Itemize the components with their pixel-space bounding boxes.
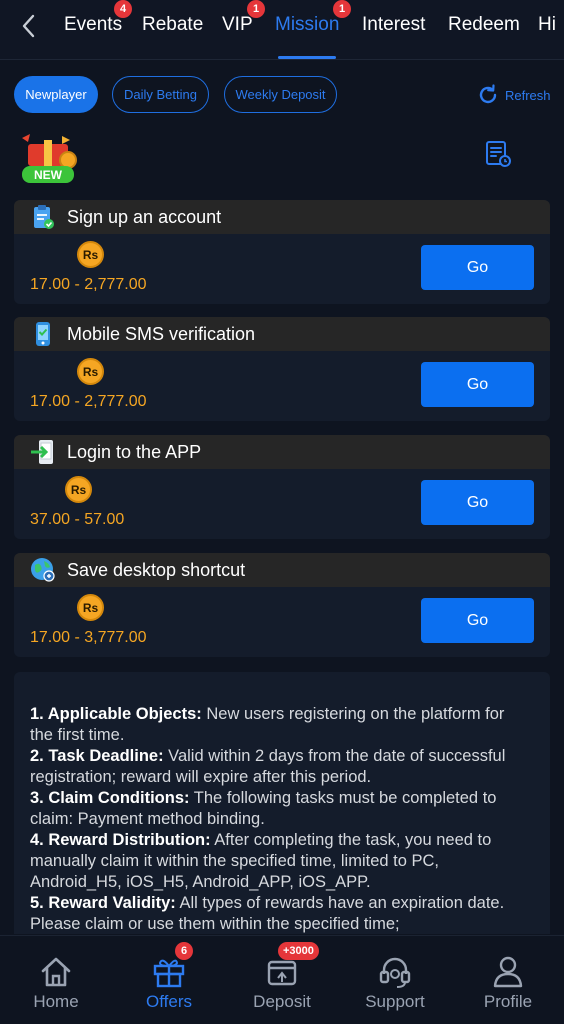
user-icon: [493, 956, 523, 988]
refresh-button[interactable]: Refresh: [477, 84, 551, 106]
offers-badge: 6: [175, 942, 193, 960]
bottom-navigation: Home Offers 6 Deposit +3000 Support Prof…: [0, 935, 564, 1024]
task-card: Save desktop shortcut Rs 17.00 - 3,777.0…: [14, 553, 550, 657]
task-card-header: Save desktop shortcut: [14, 553, 550, 587]
rule-item: 3. Claim Conditions: The following tasks…: [30, 788, 530, 830]
nav-profile[interactable]: Profile: [452, 936, 564, 1024]
home-icon: [41, 957, 71, 987]
login-app-icon: [30, 439, 56, 465]
nav-offers[interactable]: Offers 6: [113, 936, 225, 1024]
deposit-badge: +3000: [278, 942, 319, 960]
rule-item: 5. Reward Validity: All types of rewards…: [30, 893, 530, 934]
rules-text: 1. Applicable Objects: New users registe…: [30, 704, 530, 934]
nav-support[interactable]: Support: [339, 936, 451, 1024]
go-button[interactable]: Go: [421, 245, 534, 290]
back-button[interactable]: [14, 10, 42, 42]
tab-events-badge: 4: [114, 0, 132, 18]
rule-label: 3. Claim Conditions:: [30, 789, 190, 807]
rupee-coin-icon: Rs: [77, 594, 104, 621]
filter-daily-betting[interactable]: Daily Betting: [112, 76, 209, 113]
task-title: Mobile SMS verification: [67, 323, 256, 344]
rupee-coin-icon: Rs: [65, 476, 92, 503]
filter-weekly-deposit[interactable]: Weekly Deposit: [224, 76, 337, 113]
top-tab-bar: Events 4 Rebate VIP 1 Mission 1 Interest…: [0, 0, 564, 60]
rules-panel: 1. Applicable Objects: New users registe…: [14, 672, 550, 934]
records-icon[interactable]: [484, 140, 512, 168]
nav-label: Profile: [483, 992, 533, 1011]
task-card: Sign up an account Rs 17.00 - 2,777.00 G…: [14, 200, 550, 304]
phone-icon: [30, 321, 56, 347]
tab-mission-badge: 1: [333, 0, 351, 18]
refresh-label: Refresh: [505, 87, 551, 103]
nav-home[interactable]: Home: [0, 936, 112, 1024]
task-reward-range: 37.00 - 57.00: [30, 511, 125, 528]
rupee-coin-icon: Rs: [77, 358, 104, 385]
headset-icon: [379, 957, 411, 988]
filter-newplayer[interactable]: Newplayer: [14, 76, 98, 113]
rule-item: 1. Applicable Objects: New users registe…: [30, 704, 530, 746]
nav-label: Deposit: [253, 992, 311, 1011]
go-button[interactable]: Go: [421, 362, 534, 407]
task-card-header: Login to the APP: [14, 435, 550, 469]
nav-label: Offers: [146, 992, 192, 1011]
rule-label: 4. Reward Distribution:: [30, 831, 211, 849]
tab-mission[interactable]: Mission: [275, 14, 339, 36]
rule-label: 2. Task Deadline:: [30, 747, 164, 765]
globe-icon: [30, 557, 56, 583]
rule-label: 1. Applicable Objects:: [30, 705, 202, 723]
task-title: Login to the APP: [67, 441, 202, 462]
nav-label: Support: [365, 992, 425, 1011]
rule-label: 5. Reward Validity:: [30, 894, 176, 912]
task-card-header: Mobile SMS verification: [14, 317, 550, 351]
task-reward-range: 17.00 - 2,777.00: [30, 393, 147, 410]
active-tab-indicator: [278, 56, 336, 59]
tab-vip-badge: 1: [247, 0, 265, 18]
tab-hi[interactable]: Hi: [538, 14, 556, 36]
svg-text:NEW: NEW: [34, 168, 63, 182]
task-title: Sign up an account: [67, 206, 222, 227]
tab-vip[interactable]: VIP: [222, 14, 253, 36]
task-card: Login to the APP Rs 37.00 - 57.00 Go: [14, 435, 550, 539]
go-button[interactable]: Go: [421, 598, 534, 643]
new-gift-icon: NEW: [16, 130, 84, 186]
go-button[interactable]: Go: [421, 480, 534, 525]
rule-item: 2. Task Deadline: Valid within 2 days fr…: [30, 746, 530, 788]
tab-interest[interactable]: Interest: [362, 14, 425, 36]
rupee-coin-icon: Rs: [77, 241, 104, 268]
nav-label: Home: [33, 992, 79, 1011]
task-reward-range: 17.00 - 3,777.00: [30, 629, 147, 646]
tab-redeem[interactable]: Redeem: [448, 14, 520, 36]
refresh-icon: [479, 84, 497, 104]
tab-rebate[interactable]: Rebate: [142, 14, 203, 36]
task-card-header: Sign up an account: [14, 200, 550, 234]
rule-item: 4. Reward Distribution: After completing…: [30, 830, 530, 893]
task-reward-range: 17.00 - 2,777.00: [30, 276, 147, 293]
task-card: Mobile SMS verification Rs 17.00 - 2,777…: [14, 317, 550, 421]
chevron-left-icon: [22, 14, 35, 38]
task-title: Save desktop shortcut: [67, 559, 246, 580]
nav-deposit[interactable]: Deposit +3000: [226, 936, 338, 1024]
clipboard-icon: [30, 204, 56, 230]
tab-events[interactable]: Events: [64, 14, 122, 36]
